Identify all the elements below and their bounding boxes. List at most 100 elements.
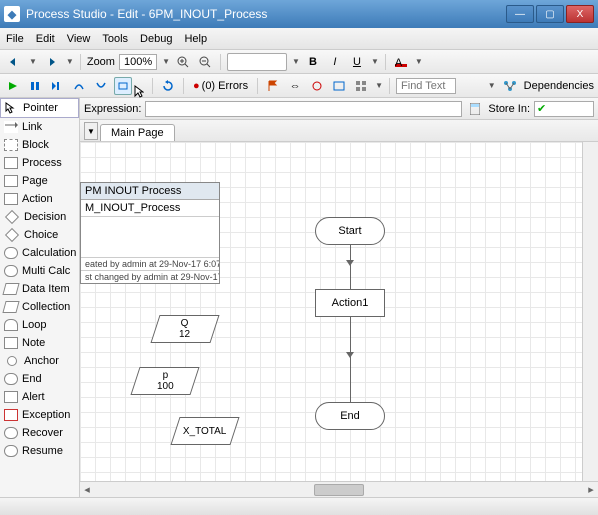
dependencies-icon[interactable] (500, 77, 520, 95)
menu-help[interactable]: Help (184, 33, 207, 45)
maximize-button[interactable]: ▢ (536, 5, 564, 23)
step-into-button[interactable] (114, 77, 132, 95)
grid-dropdown-icon[interactable]: ▼ (375, 81, 383, 90)
tool-alert[interactable]: Alert (0, 388, 79, 406)
tool-block[interactable]: Block (0, 136, 79, 154)
tool-decision[interactable]: Decision (0, 208, 79, 226)
info-header: PM INOUT Process (81, 183, 219, 200)
tool-label: Multi Calc (22, 265, 70, 277)
font-dropdown[interactable] (227, 53, 287, 71)
flow-action1[interactable]: Action1 (315, 289, 385, 317)
tool-label: Action (22, 193, 53, 205)
tool-process[interactable]: Process (0, 154, 79, 172)
errors-label: (0) Errors (202, 80, 248, 92)
statusbar (0, 497, 598, 515)
tool-exception[interactable]: Exception (0, 406, 79, 424)
data-item-p[interactable]: p100 (130, 367, 199, 395)
deps-dropdown-icon[interactable]: ▼ (488, 81, 496, 90)
underline-button[interactable]: U (348, 53, 366, 71)
zoom-dropdown-icon[interactable]: ▼ (162, 57, 170, 66)
flow-end[interactable]: End (315, 402, 385, 430)
tool-note[interactable]: Note (0, 334, 79, 352)
tool-label: Note (22, 337, 45, 349)
tool-label: Decision (24, 211, 66, 223)
step-button[interactable] (48, 77, 66, 95)
link-icon[interactable]: ⇔ (286, 77, 304, 95)
tool-loop[interactable]: Loop (0, 316, 79, 334)
step-out-button[interactable] (92, 77, 110, 95)
undo-button[interactable] (4, 53, 24, 71)
tool-anchor[interactable]: Anchor (0, 352, 79, 370)
redo-dropdown-icon[interactable]: ▼ (66, 57, 74, 66)
redo-button[interactable] (41, 53, 61, 71)
app-icon: ◆ (4, 6, 20, 22)
errors-button[interactable]: ●(0) Errors (190, 77, 251, 95)
tool-pointer[interactable]: Pointer (0, 98, 79, 118)
flow-start[interactable]: Start (315, 217, 385, 245)
tool-label: Pointer (23, 102, 58, 114)
scroll-thumb[interactable] (314, 484, 364, 496)
tool-collection[interactable]: Collection (0, 298, 79, 316)
italic-button[interactable]: I (326, 53, 344, 71)
menu-view[interactable]: View (67, 33, 91, 45)
storein-label: Store In: (488, 103, 530, 115)
zoom-in-icon[interactable] (174, 53, 192, 71)
tool-dataitem[interactable]: Data Item (0, 280, 79, 298)
undo-dropdown-icon[interactable]: ▼ (29, 57, 37, 66)
process-info-panel[interactable]: PM INOUT Process M_INOUT_Process eated b… (80, 182, 220, 284)
bold-button[interactable]: B (304, 53, 322, 71)
flow-link (350, 317, 351, 402)
font-color-button[interactable]: A (392, 53, 410, 71)
watch-icon[interactable] (330, 77, 348, 95)
toolbar-main: ▼ ▼ Zoom 100% ▼ ▼ B I U ▼ A ▼ (0, 50, 598, 74)
close-button[interactable]: X (566, 5, 594, 23)
tool-label: Choice (24, 229, 58, 241)
vertical-scrollbar[interactable] (582, 142, 598, 481)
tool-multicalc[interactable]: Multi Calc (0, 262, 79, 280)
titlebar: ◆ Process Studio - Edit - 6PM_INOUT_Proc… (0, 0, 598, 28)
tool-link[interactable]: Link (0, 118, 79, 136)
storein-input[interactable]: ✔ (534, 101, 594, 117)
font-dropdown-icon[interactable]: ▼ (292, 57, 300, 66)
data-value: 12 (179, 329, 190, 340)
font-color-dropdown-icon[interactable]: ▼ (415, 57, 423, 66)
tab-main-page[interactable]: Main Page (100, 124, 175, 141)
underline-dropdown-icon[interactable]: ▼ (371, 57, 379, 66)
zoom-label: Zoom (87, 56, 115, 68)
dependencies-label[interactable]: Dependencies (524, 80, 594, 92)
play-button[interactable] (4, 77, 22, 95)
step-over-button[interactable] (70, 77, 88, 95)
tool-resume[interactable]: Resume (0, 442, 79, 460)
data-item-xtotal[interactable]: X_TOTAL (170, 417, 239, 445)
zoom-out-icon[interactable] (196, 53, 214, 71)
data-item-q[interactable]: Q12 (150, 315, 219, 343)
menu-debug[interactable]: Debug (140, 33, 172, 45)
tool-page[interactable]: Page (0, 172, 79, 190)
tool-action[interactable]: Action (0, 190, 79, 208)
tab-nav-dropdown[interactable]: ▼ (84, 122, 98, 140)
breakpoint-icon[interactable] (308, 77, 326, 95)
menu-edit[interactable]: Edit (36, 33, 55, 45)
tool-choice[interactable]: Choice (0, 226, 79, 244)
reset-button[interactable] (159, 77, 177, 95)
pause-button[interactable] (26, 77, 44, 95)
menubar: File Edit View Tools Debug Help (0, 28, 598, 50)
expression-calc-icon[interactable] (466, 100, 484, 118)
menu-file[interactable]: File (6, 33, 24, 45)
expression-input[interactable] (145, 101, 462, 117)
toolbox: Pointer Link Block Process Page Action D… (0, 98, 80, 497)
find-text-input[interactable] (396, 78, 456, 94)
data-label: p (162, 370, 168, 381)
tool-end[interactable]: End (0, 370, 79, 388)
zoom-value[interactable]: 100% (119, 54, 157, 70)
tool-recover[interactable]: Recover (0, 424, 79, 442)
flag-button[interactable] (264, 77, 282, 95)
grid-icon[interactable] (352, 77, 370, 95)
cursor-icon (134, 85, 144, 99)
menu-tools[interactable]: Tools (102, 33, 128, 45)
minimize-button[interactable]: — (506, 5, 534, 23)
horizontal-scrollbar[interactable]: ◂ ▸ (80, 481, 598, 497)
flow-label: Start (338, 225, 361, 237)
canvas[interactable]: PM INOUT Process M_INOUT_Process eated b… (80, 142, 582, 481)
tool-calculation[interactable]: Calculation (0, 244, 79, 262)
